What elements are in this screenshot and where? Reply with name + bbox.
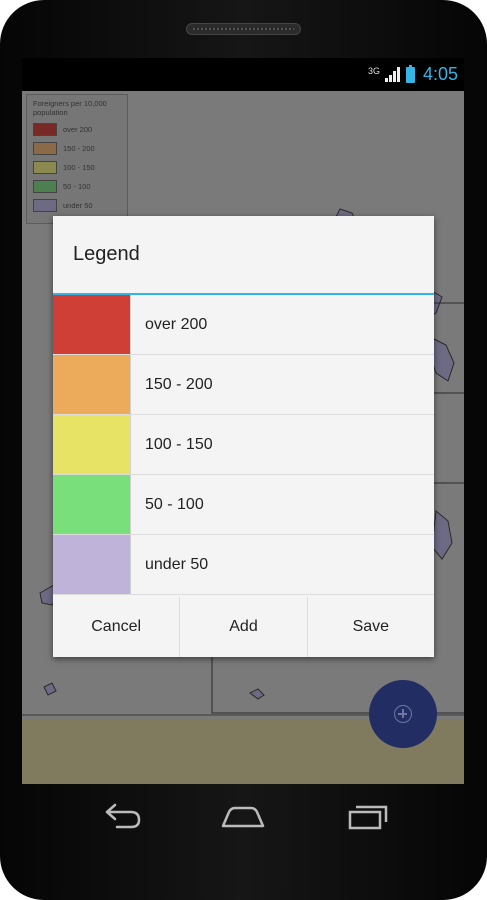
legend-color-swatch[interactable] (53, 295, 131, 354)
add-button[interactable]: Add (180, 597, 308, 657)
legend-item[interactable]: 50 - 100 (53, 475, 434, 535)
signal-icon (384, 67, 401, 82)
map-legend-label: over 200 (63, 125, 93, 134)
dialog-button-bar: Cancel Add Save (53, 597, 434, 657)
legend-color-swatch[interactable] (53, 475, 131, 534)
map-legend-label: 150 - 200 (63, 144, 95, 153)
speaker-grille (186, 23, 301, 35)
legend-item-label: under 50 (145, 555, 209, 573)
status-bar: 3G 4:05 (22, 58, 464, 91)
map-legend-row: over 200 (33, 123, 121, 136)
map-legend-title: Foreigners per 10,000 population (33, 99, 107, 117)
legend-item[interactable]: over 200 (53, 295, 434, 355)
dialog-title: Legend (53, 216, 434, 295)
map-legend-swatch (33, 180, 57, 193)
legend-item[interactable]: 150 - 200 (53, 355, 434, 415)
back-icon[interactable] (97, 800, 145, 832)
navigation-bar (0, 784, 487, 850)
network-type: 3G (367, 65, 380, 76)
map-legend-row: under 50 (33, 199, 121, 212)
cancel-button[interactable]: Cancel (53, 597, 181, 657)
legend-color-swatch[interactable] (53, 535, 131, 594)
map-legend-row: 50 - 100 (33, 180, 121, 193)
legend-item-label: 100 - 150 (145, 435, 213, 453)
legend-color-swatch[interactable] (53, 355, 131, 414)
legend-item[interactable]: 100 - 150 (53, 415, 434, 475)
home-icon[interactable] (219, 800, 267, 832)
map-legend-swatch (33, 199, 57, 212)
map-legend-label: 50 - 100 (63, 182, 91, 191)
save-button[interactable]: Save (307, 597, 434, 657)
map-legend-label: 100 - 150 (63, 163, 95, 172)
legend-list: over 200 150 - 200 100 - 150 50 - 100 un… (53, 295, 434, 595)
recent-apps-icon[interactable] (344, 800, 392, 832)
battery-icon (405, 64, 415, 83)
legend-item-label: 150 - 200 (145, 375, 213, 393)
map-legend: Foreigners per 10,000 population over 20… (26, 94, 128, 224)
add-fab-button[interactable] (369, 680, 437, 748)
map-legend-row: 150 - 200 (33, 142, 121, 155)
phone-frame: 3G 4:05 Foreigners per 10,000 population… (0, 0, 487, 900)
legend-item-label: over 200 (145, 315, 208, 333)
map-legend-label: under 50 (63, 201, 93, 210)
add-circle-icon (394, 705, 412, 723)
map-legend-row: 100 - 150 (33, 161, 121, 174)
legend-color-swatch[interactable] (53, 415, 131, 474)
map-legend-swatch (33, 161, 57, 174)
legend-dialog: Legend over 200 150 - 200 100 - 150 50 -… (53, 216, 434, 657)
map-legend-swatch (33, 123, 57, 136)
legend-item[interactable]: under 50 (53, 535, 434, 595)
legend-item-label: 50 - 100 (145, 495, 204, 513)
clock: 4:05 (422, 64, 458, 84)
map-legend-swatch (33, 142, 57, 155)
